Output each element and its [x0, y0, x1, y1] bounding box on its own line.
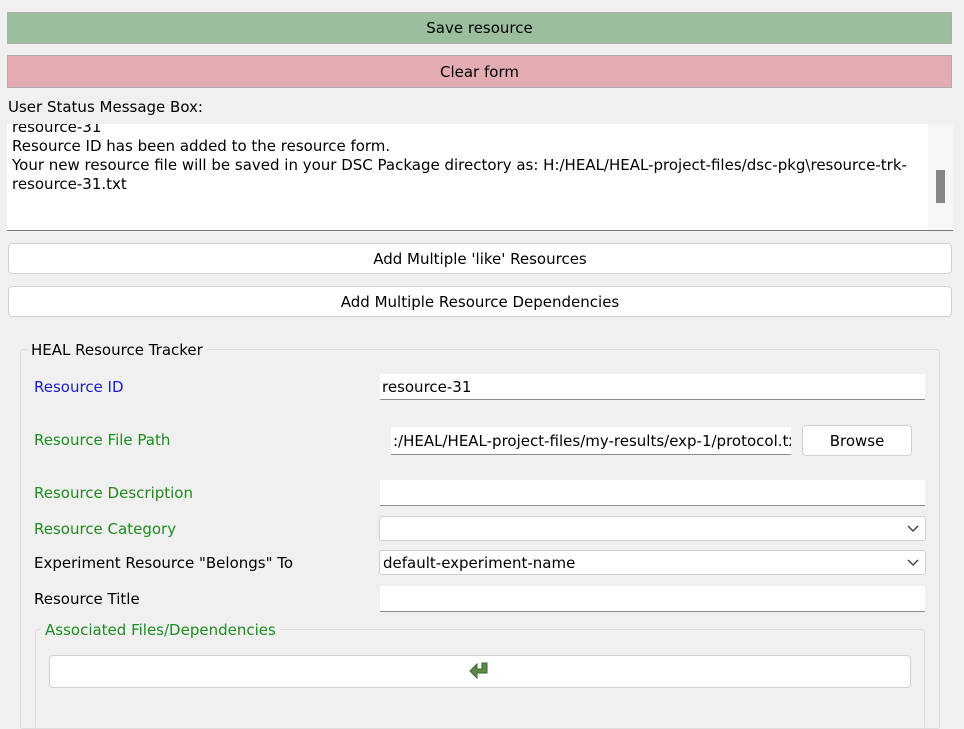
resource-file-path-field[interactable]: :/HEAL/HEAL-project-files/my-results/exp… — [391, 427, 791, 455]
status-message-text: resource-31 Resource ID has been added t… — [12, 124, 907, 193]
return-arrow-icon — [469, 662, 488, 679]
browse-button[interactable]: Browse — [802, 425, 912, 456]
resource-file-path-label: Resource File Path — [34, 431, 171, 449]
clear-form-button[interactable]: Clear form — [7, 55, 952, 88]
resource-id-field[interactable]: resource-31 — [380, 374, 925, 400]
status-scrollbar-thumb[interactable] — [936, 170, 945, 203]
associated-files-title: Associated Files/Dependencies — [41, 621, 280, 639]
experiment-belongs-label: Experiment Resource "Belongs" To — [34, 554, 294, 572]
resource-description-field[interactable] — [380, 480, 925, 506]
status-box-label: User Status Message Box: — [8, 98, 203, 116]
associated-files-button[interactable] — [49, 655, 911, 688]
resource-tracker-title: HEAL Resource Tracker — [27, 341, 207, 359]
chevron-down-icon — [907, 559, 919, 566]
resource-category-select[interactable] — [379, 516, 926, 541]
resource-title-field[interactable] — [380, 586, 925, 612]
resource-category-label: Resource Category — [34, 520, 177, 538]
status-scrollbar[interactable] — [928, 124, 953, 230]
save-resource-button[interactable]: Save resource — [7, 12, 952, 44]
experiment-select[interactable]: default-experiment-name — [379, 550, 926, 575]
resource-title-label: Resource Title — [34, 590, 140, 608]
add-dependencies-button[interactable]: Add Multiple Resource Dependencies — [8, 286, 952, 317]
resource-description-label: Resource Description — [34, 484, 193, 502]
status-message-box[interactable]: resource-31 Resource ID has been added t… — [7, 124, 953, 231]
chevron-down-icon — [907, 525, 919, 532]
add-like-resources-button[interactable]: Add Multiple 'like' Resources — [8, 243, 952, 274]
resource-id-label: Resource ID — [34, 378, 124, 396]
experiment-value: default-experiment-name — [383, 553, 576, 572]
